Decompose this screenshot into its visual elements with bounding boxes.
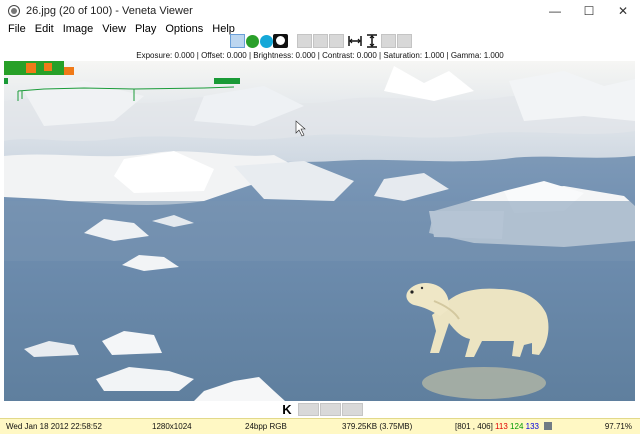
viewer-icon: [8, 5, 20, 17]
circle-icon: [276, 36, 285, 45]
title-bar: 26.jpg (20 of 100) - Veneta Viewer — ☐ ✕: [0, 0, 640, 22]
navigation-bar: K: [0, 402, 640, 418]
fit-height-icon: [366, 34, 377, 48]
status-red-value: 113: [495, 422, 508, 431]
status-dimensions: 1280x1024: [152, 422, 192, 431]
image-viewport[interactable]: [4, 61, 635, 401]
pixel-color-swatch: [544, 422, 553, 430]
saturation-value: Saturation: 1.000: [383, 51, 445, 60]
separator: |: [379, 51, 382, 60]
separator: |: [248, 51, 252, 60]
polar-bear-photo: [4, 61, 635, 401]
window-title: 26.jpg (20 of 100) - Veneta Viewer: [26, 5, 193, 17]
close-button[interactable]: ✕: [606, 0, 640, 22]
nav-slot-1[interactable]: [298, 403, 319, 416]
blank-button-2[interactable]: [313, 34, 328, 48]
blank-button-3[interactable]: [329, 34, 344, 48]
blank-button-4[interactable]: [381, 34, 396, 48]
separator: |: [446, 51, 449, 60]
exposure-value: Exposure: 0.000: [136, 51, 195, 60]
blank-button-5[interactable]: [397, 34, 412, 48]
green-channel-button[interactable]: [246, 35, 259, 48]
contrast-value: Contrast: 0.000: [322, 51, 377, 60]
fit-height-button[interactable]: [364, 34, 379, 48]
cyan-channel-button[interactable]: [260, 35, 273, 48]
toolbar: [0, 34, 640, 50]
status-coords: [801 , 406]: [455, 422, 493, 431]
fit-width-button[interactable]: [347, 34, 362, 48]
first-image-icon: K: [282, 402, 292, 417]
status-green-value: 124: [510, 422, 524, 431]
status-zoom: 97.71%: [604, 422, 632, 431]
status-datetime: Wed Jan 18 2012 22:58:52: [6, 422, 102, 431]
status-filesize: 379.25KB (3.75MB): [342, 422, 413, 431]
gamma-value: Gamma: 1.000: [450, 51, 504, 60]
nav-slot-3[interactable]: [342, 403, 363, 416]
mode-tile-button[interactable]: [230, 34, 245, 48]
mono-channel-button[interactable]: [273, 34, 288, 48]
fit-width-icon: [347, 36, 362, 46]
window-controls: — ☐ ✕: [538, 0, 640, 22]
brightness-value: Brightness: 0.000: [253, 51, 316, 60]
offset-value: Offset: 0.000: [201, 51, 247, 60]
status-pixel-info: [801 , 406] 113 124 133: [455, 419, 553, 434]
minimize-button[interactable]: —: [538, 0, 572, 22]
status-format: 24bpp RGB: [245, 422, 287, 431]
nav-slot-2[interactable]: [320, 403, 341, 416]
separator: |: [317, 51, 320, 60]
maximize-button[interactable]: ☐: [572, 0, 606, 22]
status-blue-value: 133: [525, 422, 539, 431]
separator: |: [196, 51, 199, 60]
status-bar: Wed Jan 18 2012 22:58:52 1280x1024 24bpp…: [0, 418, 640, 434]
first-image-button[interactable]: K: [280, 402, 294, 417]
blank-button-1[interactable]: [297, 34, 312, 48]
